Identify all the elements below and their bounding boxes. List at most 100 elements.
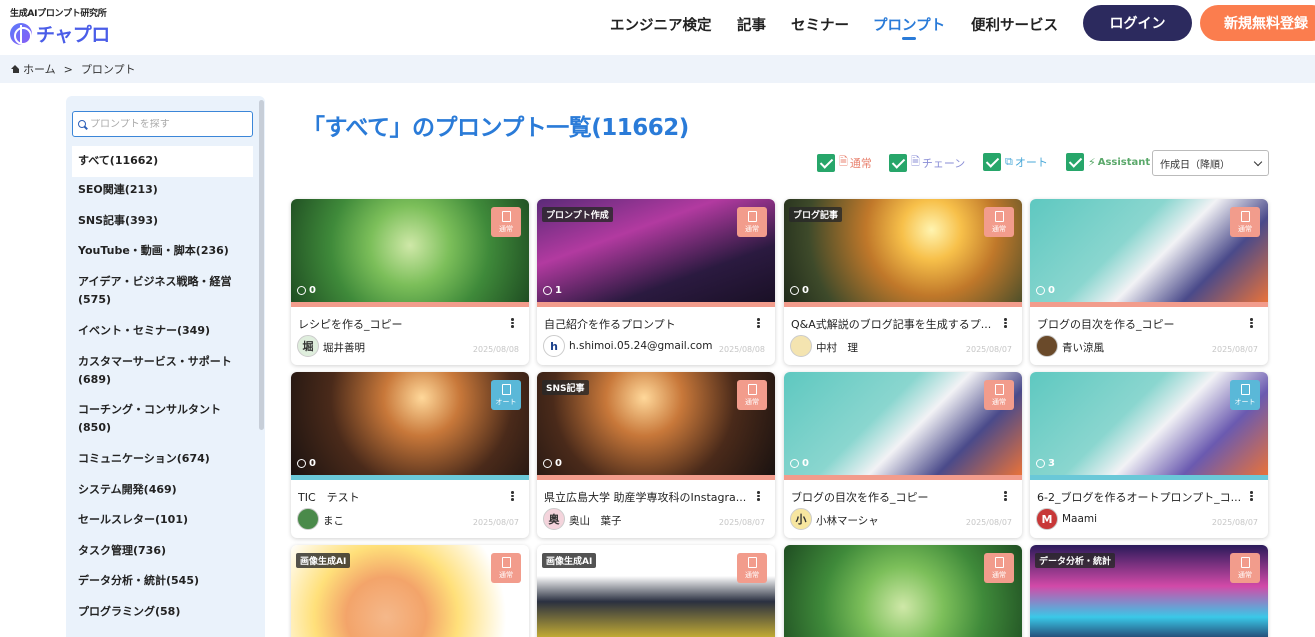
category-coaching[interactable]: コーチング・コンサルタント (850)	[72, 401, 232, 437]
category-idea-business[interactable]: アイデア・ビジネス戦略・経営 (575)	[72, 273, 242, 309]
card-type-badge: 通常	[984, 207, 1014, 237]
card-type-bar	[537, 302, 775, 307]
filter-auto-checkbox[interactable]	[983, 153, 1001, 171]
card-author[interactable]: 青い涼風	[1062, 340, 1104, 355]
category-sns[interactable]: SNS記事(393)	[72, 212, 253, 230]
card-author[interactable]: 中村 理	[816, 340, 858, 355]
prompt-card[interactable]: オート 3 6-2_ブログを作るオートプロンプト_コ... M Maami 2025/08…	[1030, 372, 1268, 538]
category-seo[interactable]: SEO関連(213)	[72, 181, 253, 199]
filter-normal-checkbox[interactable]	[817, 153, 835, 172]
card-author[interactable]: h.shimoi.05.24@gmail.com	[569, 340, 712, 352]
nav-useful-services[interactable]: 便利サービス	[971, 14, 1058, 35]
card-likes: 0	[1036, 285, 1055, 296]
author-avatar[interactable]: 奥	[543, 508, 565, 530]
category-customer-service[interactable]: カスタマーサービス・サポート (689)	[72, 353, 242, 389]
card-title[interactable]: 県立広島大学 助産学専攻科のInstagra...	[544, 489, 749, 505]
filter-normal[interactable]: 🗎 通常	[817, 153, 872, 172]
card-menu-icon[interactable]	[511, 318, 514, 328]
category-data-analysis[interactable]: データ分析・統計(545)	[72, 572, 253, 590]
category-youtube[interactable]: YouTube・動画・脚本(236)	[72, 242, 253, 260]
card-title[interactable]: 6-2_ブログを作るオートプロンプト_コ...	[1037, 489, 1242, 505]
nav-seminars[interactable]: セミナー	[791, 14, 849, 35]
breadcrumb-current: プロンプト	[80, 63, 136, 76]
document-icon	[994, 384, 1004, 395]
prompt-card[interactable]: 通常 0 ブログの目次を作る_コピー 青い涼風 2025/08/07	[1030, 199, 1268, 365]
card-title[interactable]: レシピを作る_コピー	[298, 316, 503, 332]
card-type-badge: 通常	[491, 553, 521, 583]
prompt-search-box[interactable]	[72, 111, 253, 137]
lightning-icon: ⚡	[1088, 155, 1096, 169]
sort-select[interactable]: 作成日（降順）	[1152, 150, 1269, 176]
category-events[interactable]: イベント・セミナー(349)	[72, 322, 253, 340]
card-menu-icon[interactable]	[1250, 318, 1253, 328]
category-sales-letter[interactable]: セールスレター(101)	[72, 511, 253, 529]
card-title[interactable]: ブログの目次を作る_コピー	[1037, 316, 1242, 332]
prompt-card[interactable]: 画像生成AI 通常	[291, 545, 529, 637]
card-type-label: 通常	[992, 398, 1006, 406]
site-logo[interactable]: 生成AIプロンプト研究所 チャプロ	[10, 6, 110, 47]
sort-select-value: 作成日（降順）	[1160, 159, 1230, 171]
nav-articles[interactable]: 記事	[737, 14, 766, 35]
card-type-badge: オート	[491, 380, 521, 410]
card-author[interactable]: 奥山 葉子	[569, 513, 622, 528]
author-avatar[interactable]: 小	[790, 508, 812, 530]
category-system-dev[interactable]: システム開発(469)	[72, 481, 253, 499]
document-icon	[747, 384, 757, 395]
category-sidebar: すべて(11662) SEO関連(213) SNS記事(393) YouTube…	[66, 96, 265, 637]
filter-chain[interactable]: 🗎 チェーン	[889, 153, 965, 172]
card-likes: 1	[543, 285, 562, 296]
filter-auto-label: オート	[1014, 156, 1048, 169]
category-task-management[interactable]: タスク管理(736)	[72, 542, 253, 560]
card-type-bar	[1030, 475, 1268, 480]
card-author[interactable]: Maami	[1062, 513, 1097, 525]
filter-chain-checkbox[interactable]	[889, 153, 907, 172]
prompt-card[interactable]: 通常 0 ブログの目次を作る_コピー小小林マーシャ 2025/08/07	[784, 372, 1022, 538]
document-icon	[747, 211, 757, 222]
card-title[interactable]: 自己紹介を作るプロンプト	[544, 316, 749, 332]
prompt-card[interactable]: 通常	[784, 545, 1022, 637]
prompt-card[interactable]: ブログ記事 通常 0 Q&A式解説のブログ記事を生成するプ... 中村 理 2025/08…	[784, 199, 1022, 365]
category-communication[interactable]: コミュニケーション(674)	[72, 450, 253, 468]
filter-assistant-checkbox[interactable]	[1066, 153, 1084, 171]
author-avatar[interactable]: 堀	[297, 335, 319, 357]
nav-prompts[interactable]: プロンプト	[873, 14, 945, 35]
card-like-count: 0	[309, 458, 316, 469]
breadcrumb-home[interactable]: ホーム	[23, 61, 56, 77]
signup-button[interactable]: 新規無料登録	[1200, 5, 1315, 41]
download-icon	[790, 459, 799, 468]
card-menu-icon[interactable]	[757, 318, 760, 328]
card-menu-icon[interactable]	[757, 491, 760, 501]
card-menu-icon[interactable]	[1004, 491, 1007, 501]
card-type-label: 通常	[1238, 225, 1252, 233]
author-avatar[interactable]: M	[1036, 508, 1058, 530]
card-author[interactable]: 小林マーシャ	[816, 513, 879, 528]
card-title[interactable]: Q&A式解説のブログ記事を生成するプ...	[791, 316, 996, 332]
author-avatar[interactable]	[297, 508, 319, 530]
card-author[interactable]: まこ	[323, 513, 344, 528]
prompt-card[interactable]: 通常 0 レシピを作る_コピー堀堀井善明 2025/08/08	[291, 199, 529, 365]
login-button[interactable]: ログイン	[1083, 5, 1192, 41]
nav-engineer-exam[interactable]: エンジニア検定	[610, 14, 712, 35]
card-author[interactable]: 堀井善明	[323, 340, 365, 355]
filter-auto[interactable]: ⧉ オート	[983, 153, 1048, 171]
prompt-card[interactable]: データ分析・統計 通常	[1030, 545, 1268, 637]
author-avatar[interactable]: h	[543, 335, 565, 357]
card-category-tag: 画像生成AI	[296, 553, 351, 568]
card-menu-icon[interactable]	[511, 491, 514, 501]
prompt-card[interactable]: 画像生成AI 通常	[537, 545, 775, 637]
card-menu-icon[interactable]	[1004, 318, 1007, 328]
card-likes: 0	[543, 458, 562, 469]
prompt-card[interactable]: オート 0 TIC テスト まこ 2025/08/07	[291, 372, 529, 538]
author-avatar[interactable]	[790, 335, 812, 357]
card-title[interactable]: ブログの目次を作る_コピー	[791, 489, 996, 505]
sidebar-scrollbar[interactable]	[259, 100, 264, 430]
filter-assistant[interactable]: ⚡ Assistant	[1066, 153, 1150, 171]
prompt-search-input[interactable]	[90, 118, 240, 130]
card-title[interactable]: TIC テスト	[298, 489, 503, 505]
prompt-card[interactable]: SNS記事 通常 0 県立広島大学 助産学専攻科のInstagra... 奥奥山 葉子 2…	[537, 372, 775, 538]
author-avatar[interactable]	[1036, 335, 1058, 357]
category-programming[interactable]: プログラミング(58)	[72, 603, 253, 621]
prompt-card[interactable]: プロンプト作成 通常 1 自己紹介を作るプロンプト h h.shimoi.05.24@gm…	[537, 199, 775, 365]
category-all[interactable]: すべて(11662)	[72, 146, 253, 177]
card-menu-icon[interactable]	[1250, 491, 1253, 501]
